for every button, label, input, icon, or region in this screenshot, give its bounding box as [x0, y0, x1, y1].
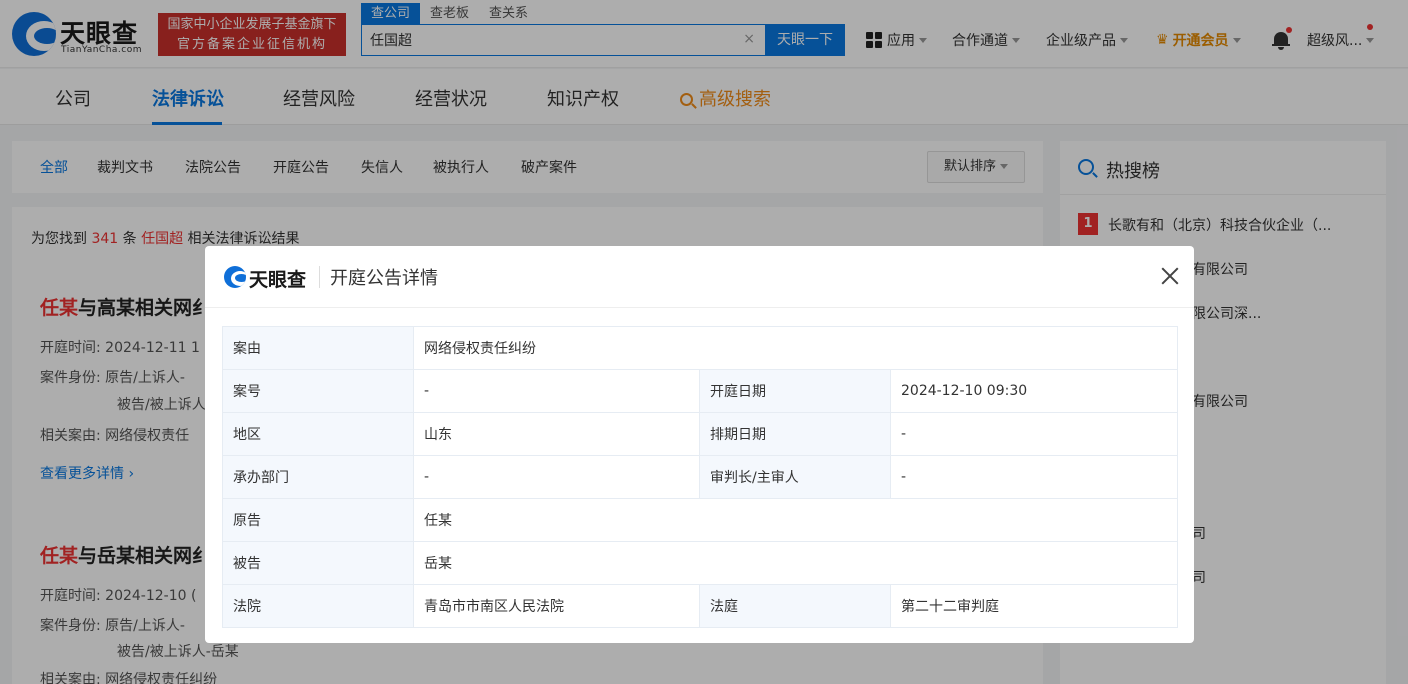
defendant-value: 岳某 — [412, 541, 1179, 585]
hearing-date-value: 2024-12-10 09:30 — [889, 369, 1179, 413]
eye-logo-icon — [224, 266, 246, 288]
detail-table: 案由 网络侵权责任纠纷 案号 - 开庭日期 2024-12-10 09:30 地… — [222, 326, 1179, 628]
modal-logo-text: 天眼查 — [249, 269, 307, 291]
divider — [205, 307, 1194, 308]
table-row: 被告 岳某 — [222, 541, 1179, 585]
table-row: 法院 青岛市市南区人民法院 法庭 第二十二审判庭 — [222, 584, 1179, 628]
plaintiff-value: 任某 — [412, 498, 1179, 542]
modal-logo: 天眼查 — [224, 264, 319, 291]
hearing-date-label: 开庭日期 — [699, 369, 891, 413]
modal-title: 开庭公告详情 — [330, 268, 438, 289]
judge-label: 审判长/主审人 — [699, 455, 891, 499]
courtroom-label: 法庭 — [699, 584, 891, 628]
close-icon[interactable] — [1159, 265, 1181, 287]
region-label: 地区 — [222, 412, 414, 456]
court-value: 青岛市市南区人民法院 — [413, 584, 700, 628]
table-row: 原告 任某 — [222, 498, 1179, 542]
hearing-notice-modal: 天眼查 开庭公告详情 案由 网络侵权责任纠纷 案号 - 开庭日期 2024-12… — [205, 246, 1194, 643]
region-value: 山东 — [413, 412, 700, 456]
department-value: - — [413, 455, 700, 499]
table-row: 案由 网络侵权责任纠纷 — [222, 326, 1179, 370]
courtroom-value: 第二十二审判庭 — [889, 584, 1179, 628]
schedule-date-label: 排期日期 — [699, 412, 891, 456]
plaintiff-label: 原告 — [222, 498, 414, 542]
schedule-date-value: - — [889, 412, 1179, 456]
case-number-label: 案号 — [222, 369, 414, 413]
table-row: 案号 - 开庭日期 2024-12-10 09:30 — [222, 369, 1179, 413]
judge-value: - — [889, 455, 1179, 499]
case-number-value: - — [413, 369, 700, 413]
defendant-label: 被告 — [222, 541, 414, 585]
divider — [319, 266, 320, 288]
table-row: 地区 山东 排期日期 - — [222, 412, 1179, 456]
cause-label: 案由 — [222, 326, 414, 370]
cause-value: 网络侵权责任纠纷 — [412, 326, 1179, 370]
court-label: 法院 — [222, 584, 414, 628]
table-row: 承办部门 - 审判长/主审人 - — [222, 455, 1179, 499]
department-label: 承办部门 — [222, 455, 414, 499]
